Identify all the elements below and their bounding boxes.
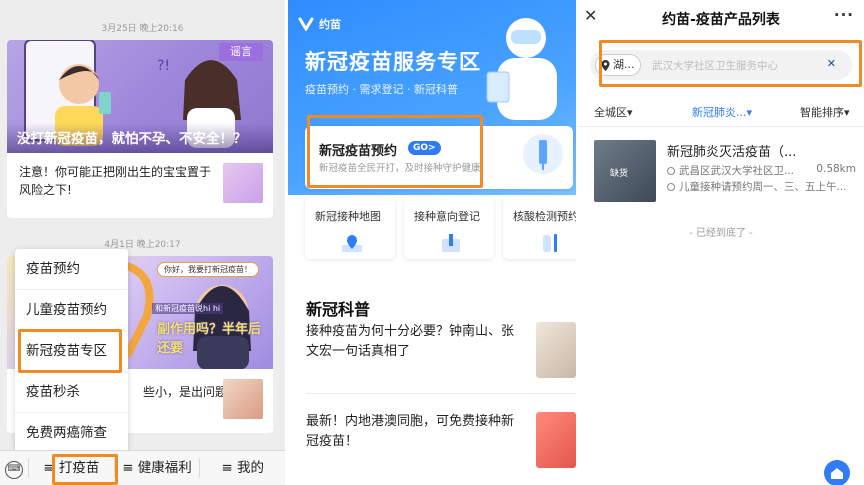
highlight-box xyxy=(52,454,118,485)
filter-district[interactable]: 全城区▾ xyxy=(594,104,633,120)
article-thumbnail xyxy=(223,163,263,203)
divider-line xyxy=(306,393,576,394)
cover-caption: 和新冠疫苗说hi hi xyxy=(152,303,224,314)
tab-health-benefits[interactable]: ≡ 健康福利 xyxy=(113,458,200,478)
rumor-badge: 谣言 xyxy=(219,43,263,61)
speech-bubble: 你好，我要打新冠疫苗！ xyxy=(157,262,259,277)
service-label: 新冠接种地图 xyxy=(315,210,381,223)
app-name: 约苗 xyxy=(319,18,341,31)
home-float-button[interactable] xyxy=(824,460,850,485)
zone-title: 新冠疫苗服务专区 xyxy=(305,50,481,74)
menu-item-child-vaccine-booking[interactable]: 儿童疫苗预约 xyxy=(15,290,128,331)
article-sub-item-text: 注意！你可能正把刚出生的宝宝置于风险之下! xyxy=(19,165,212,197)
app-logo: 约苗 xyxy=(298,16,341,32)
location-icon xyxy=(667,167,675,175)
syringe-icon xyxy=(523,134,563,174)
news-item[interactable]: 最新！内地港澳同胞，可免费接种新冠疫苗！ xyxy=(306,412,576,472)
service-nucleic-test-booking[interactable]: 核酸检测预约 xyxy=(503,197,576,259)
divider-line xyxy=(578,126,864,127)
cover-question: 副作用吗？半年后还要 xyxy=(157,322,262,356)
news-item[interactable]: 接种疫苗为何十分必要？钟南山、张文宏一句话真相了 xyxy=(306,322,576,382)
page-title: 约苗-疫苗产品列表 xyxy=(662,12,780,28)
yuemiao-logo-icon xyxy=(298,17,314,31)
product-distance: 0.58km xyxy=(816,163,856,175)
menu-item-vaccine-booking[interactable]: 疫苗预约 xyxy=(15,249,128,290)
article-thumbnail xyxy=(223,379,263,419)
nav-bar: ✕ 约苗-疫苗产品列表 ··· xyxy=(578,0,864,34)
zone-subtitle: 疫苗预约 · 需求登记 · 新冠科普 xyxy=(305,83,458,96)
product-schedule: 儿童接种请预约周一、三、五上午... xyxy=(667,179,847,194)
map-pin-icon xyxy=(342,235,362,252)
official-account-menu-bar: ⌨ ≡ 打疫苗 ≡ 健康福利 ≡ 我的 xyxy=(0,450,285,485)
filter-bar: 全城区▾ 新冠肺炎...▾ 智能排序▾ xyxy=(578,100,864,122)
news-thumbnail xyxy=(536,322,576,378)
news-thumbnail xyxy=(536,412,576,468)
product-address: 武昌区武汉大学社区卫... xyxy=(667,163,794,178)
product-name: 新冠肺炎灭活疫苗（... xyxy=(667,145,797,160)
news-title: 接种疫苗为何十分必要？钟南山、张文宏一句话真相了 xyxy=(306,324,515,359)
service-label: 接种意向登记 xyxy=(414,210,480,223)
test-tube-icon xyxy=(543,234,557,252)
article-cover-image[interactable]: ?! 谣言 没打新冠疫苗，就怕不孕、不安全！？ xyxy=(7,40,273,153)
article-sub-item[interactable]: 注意！你可能正把刚出生的宝宝置于风险之下! xyxy=(7,153,273,217)
section-title: 新冠科普 xyxy=(306,300,371,319)
more-menu-icon[interactable]: ··· xyxy=(834,6,854,24)
clock-icon xyxy=(667,183,675,191)
service-label: 核酸检测预约 xyxy=(513,210,576,223)
registration-form-icon xyxy=(442,234,460,252)
keyboard-toggle-icon[interactable]: ⌨ xyxy=(0,457,28,479)
news-title: 最新！内地港澳同胞，可免费接种新冠疫苗！ xyxy=(306,414,515,449)
highlight-box xyxy=(307,115,483,188)
service-vaccination-map[interactable]: 新冠接种地图 xyxy=(305,197,395,259)
home-icon xyxy=(831,468,843,479)
article-sub-item-text: 些小，是出问题 xyxy=(143,385,228,399)
article-headline: 没打新冠疫苗，就怕不孕、不安全！？ xyxy=(7,123,273,153)
menu-item-free-cancer-screening[interactable]: 免费两癌筛查 xyxy=(15,413,128,454)
out-of-stock-badge: 缺货 xyxy=(610,169,629,179)
highlight-box xyxy=(18,329,122,373)
product-image: 缺货 xyxy=(594,140,656,202)
highlight-box xyxy=(599,40,862,87)
timestamp: 3月25日 晚上20:16 xyxy=(101,24,184,34)
product-list-panel: ✕ 约苗-疫苗产品列表 ··· 湖... 武汉大学社区卫生服务中心 ✕ 全城区▾… xyxy=(578,0,864,485)
doctor-illustration xyxy=(486,18,557,120)
svg-text:?!: ?! xyxy=(157,58,170,74)
covid-vaccine-zone-panel: 约苗 新冠疫苗服务专区 疫苗预约 · 需求登记 · 新冠科普 新冠疫苗预约 GO… xyxy=(288,0,576,485)
tab-mine[interactable]: ≡ 我的 xyxy=(199,458,285,478)
menu-item-vaccine-flash-sale[interactable]: 疫苗秒杀 xyxy=(15,372,128,413)
filter-vaccine-type[interactable]: 新冠肺炎...▾ xyxy=(692,104,752,120)
service-intent-registration[interactable]: 接种意向登记 xyxy=(404,197,494,259)
end-of-list-text: - 已经到底了 - xyxy=(689,228,753,239)
product-list-item[interactable]: 缺货 新冠肺炎灭活疫苗（... 武昌区武汉大学社区卫... 0.58km 儿童接… xyxy=(594,140,856,204)
filter-sort[interactable]: 智能排序▾ xyxy=(800,104,850,120)
wechat-feed-panel: 3月25日 晚上20:16 ?! 谣言 没打新冠疫苗，就怕不孕、不安全！？ 注意… xyxy=(0,0,285,485)
article-card[interactable]: ?! 谣言 没打新冠疫苗，就怕不孕、不安全！？ 注意！你可能正把刚出生的宝宝置于… xyxy=(7,40,273,218)
